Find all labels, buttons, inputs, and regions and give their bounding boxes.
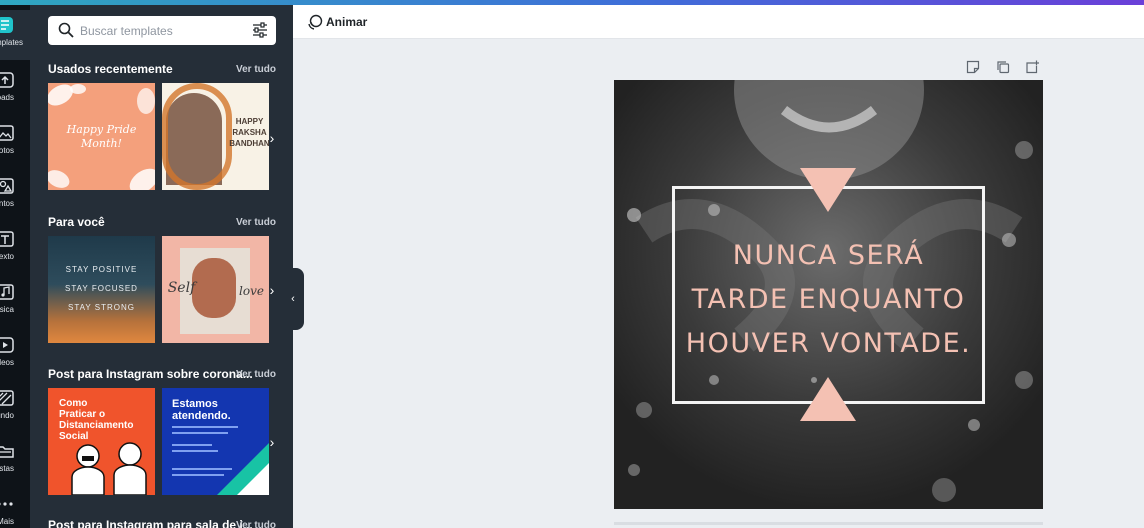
rail-label-pastas: Pastas [0, 464, 14, 473]
template-thumb-pride[interactable]: Happy Pride Month! [48, 83, 155, 190]
search-input[interactable] [80, 20, 240, 41]
thumb-text-line2: STAY FOCUSED [65, 284, 138, 293]
see-all-corona[interactable]: Ver tudo [236, 369, 276, 380]
rail-item-videos[interactable]: Vídeos [0, 330, 30, 380]
scroll-right-button[interactable]: › [266, 280, 278, 300]
rail-item-elementos[interactable]: Elementos [0, 171, 30, 221]
background-icon [0, 390, 14, 406]
add-page-icon[interactable] [1025, 60, 1039, 74]
thumb-text-line3: BANDHAN [229, 139, 269, 148]
thumb-text-line1: STAY POSITIVE [65, 265, 138, 274]
editor-toolbar: Animar [293, 5, 1144, 39]
thumb-text-line2: Praticar o [59, 409, 106, 420]
photo-icon [0, 125, 14, 141]
elements-icon [0, 178, 14, 194]
text-icon [0, 231, 14, 247]
quote-text[interactable]: NUNCA SERÁ TARDE ENQUANTO HOUVER VONTADE… [672, 234, 985, 366]
quote-line-1: NUNCA SERÁ [732, 240, 925, 271]
thumb-text-line1: Estamos [172, 398, 218, 410]
thumb-text-lines [172, 450, 218, 452]
rail-label-texto: Texto [0, 252, 14, 261]
section-title-classroom: Post para Instagram para sala de i... [48, 518, 253, 528]
rail-item-templates[interactable]: Templates [0, 10, 30, 60]
templates-icon [0, 17, 13, 33]
thumb-text-line1: Como [59, 398, 88, 409]
thumb-text-line2: RAKSHA [232, 128, 267, 137]
thumb-text-line3: Distanciamento [59, 420, 134, 431]
see-all-for-you[interactable]: Ver tudo [236, 217, 276, 228]
search-bar [48, 16, 276, 45]
scroll-right-button[interactable]: › [266, 432, 278, 452]
rail-label-fundo: Fundo [0, 411, 14, 420]
rail-label-templates: Templates [0, 38, 23, 47]
design-canvas[interactable]: NUNCA SERÁ TARDE ENQUANTO HOUVER VONTADE… [614, 80, 1043, 509]
scroll-right-button[interactable]: › [266, 128, 278, 148]
rail-item-musica[interactable]: Música [0, 277, 30, 327]
rail-label-mais: Mais [0, 517, 14, 526]
filter-icon[interactable] [252, 22, 268, 38]
left-rail: Templates Uploads Fotos Elementos Texto … [0, 5, 30, 528]
section-title-corona: Post para Instagram sobre corona... [48, 367, 253, 381]
thumb-text-line2: Month! [81, 137, 122, 150]
template-thumb-stay[interactable]: STAY POSITIVE STAY FOCUSED STAY STRONG [48, 236, 155, 343]
triangle-top [800, 168, 856, 212]
thumb-heading: Estamos atendendo. [172, 398, 231, 422]
rail-label-musica: Música [0, 305, 14, 314]
rail-label-videos: Vídeos [0, 358, 14, 367]
thumb-text-line2: love [239, 284, 264, 298]
thumb-text-lines [172, 444, 212, 446]
rail-label-fotos: Fotos [0, 146, 14, 155]
section-title-for-you: Para você [48, 215, 105, 229]
rail-label-elementos: Elementos [0, 199, 14, 208]
section-title-recent: Usados recentemente [48, 62, 173, 76]
see-all-classroom[interactable]: Ver tudo [236, 520, 276, 528]
template-thumb-raksha[interactable]: HAPPY RAKSHA BANDHAN [162, 83, 269, 190]
duplicate-icon[interactable] [996, 60, 1010, 74]
corner-decoration [217, 443, 269, 495]
rail-item-pastas[interactable]: Pastas [0, 436, 30, 486]
quote-line-2: TARDE ENQUANTO [691, 284, 966, 315]
more-icon [0, 502, 13, 506]
folder-icon [0, 446, 14, 458]
template-thumb-atendendo[interactable]: Estamos atendendo. [162, 388, 269, 495]
thumb-text-line3: STAY STRONG [67, 303, 135, 312]
quote-line-3: HOUVER VONTADE. [685, 328, 972, 359]
thumb-text-lines [172, 426, 238, 428]
rail-item-mais[interactable]: Mais [0, 489, 30, 528]
thumb-text-lines [172, 432, 228, 434]
thumb-text-line1: HAPPY [235, 117, 264, 126]
collapse-panel-button[interactable]: ‹ [282, 268, 304, 330]
see-all-recent[interactable]: Ver tudo [236, 64, 276, 75]
thumb-text-line2: atendendo. [172, 410, 231, 422]
next-page-edge [614, 522, 1043, 525]
rail-label-uploads: Uploads [0, 93, 14, 102]
animate-label: Animar [326, 15, 368, 29]
template-thumb-self-love[interactable]: Self love [162, 236, 269, 343]
people-illustration [71, 442, 147, 495]
notes-icon[interactable] [966, 60, 980, 74]
rail-item-texto[interactable]: Texto [0, 224, 30, 274]
templates-panel: Usados recentemente Ver tudo Happy Pride… [30, 5, 293, 528]
rail-item-uploads[interactable]: Uploads [0, 65, 30, 115]
rail-item-fotos[interactable]: Fotos [0, 118, 30, 168]
upload-icon [0, 72, 14, 88]
animate-icon [308, 14, 323, 30]
video-icon [0, 337, 14, 353]
thumb-text-line1: Happy Pride [66, 123, 137, 136]
triangle-bottom [800, 377, 856, 421]
rail-item-fundo[interactable]: Fundo [0, 383, 30, 433]
thumb-heading: Como Praticar o Distanciamento Social [59, 398, 133, 442]
music-icon [0, 284, 14, 300]
template-thumb-distanciamento[interactable]: Como Praticar o Distanciamento Social [48, 388, 155, 495]
search-icon [58, 22, 74, 38]
